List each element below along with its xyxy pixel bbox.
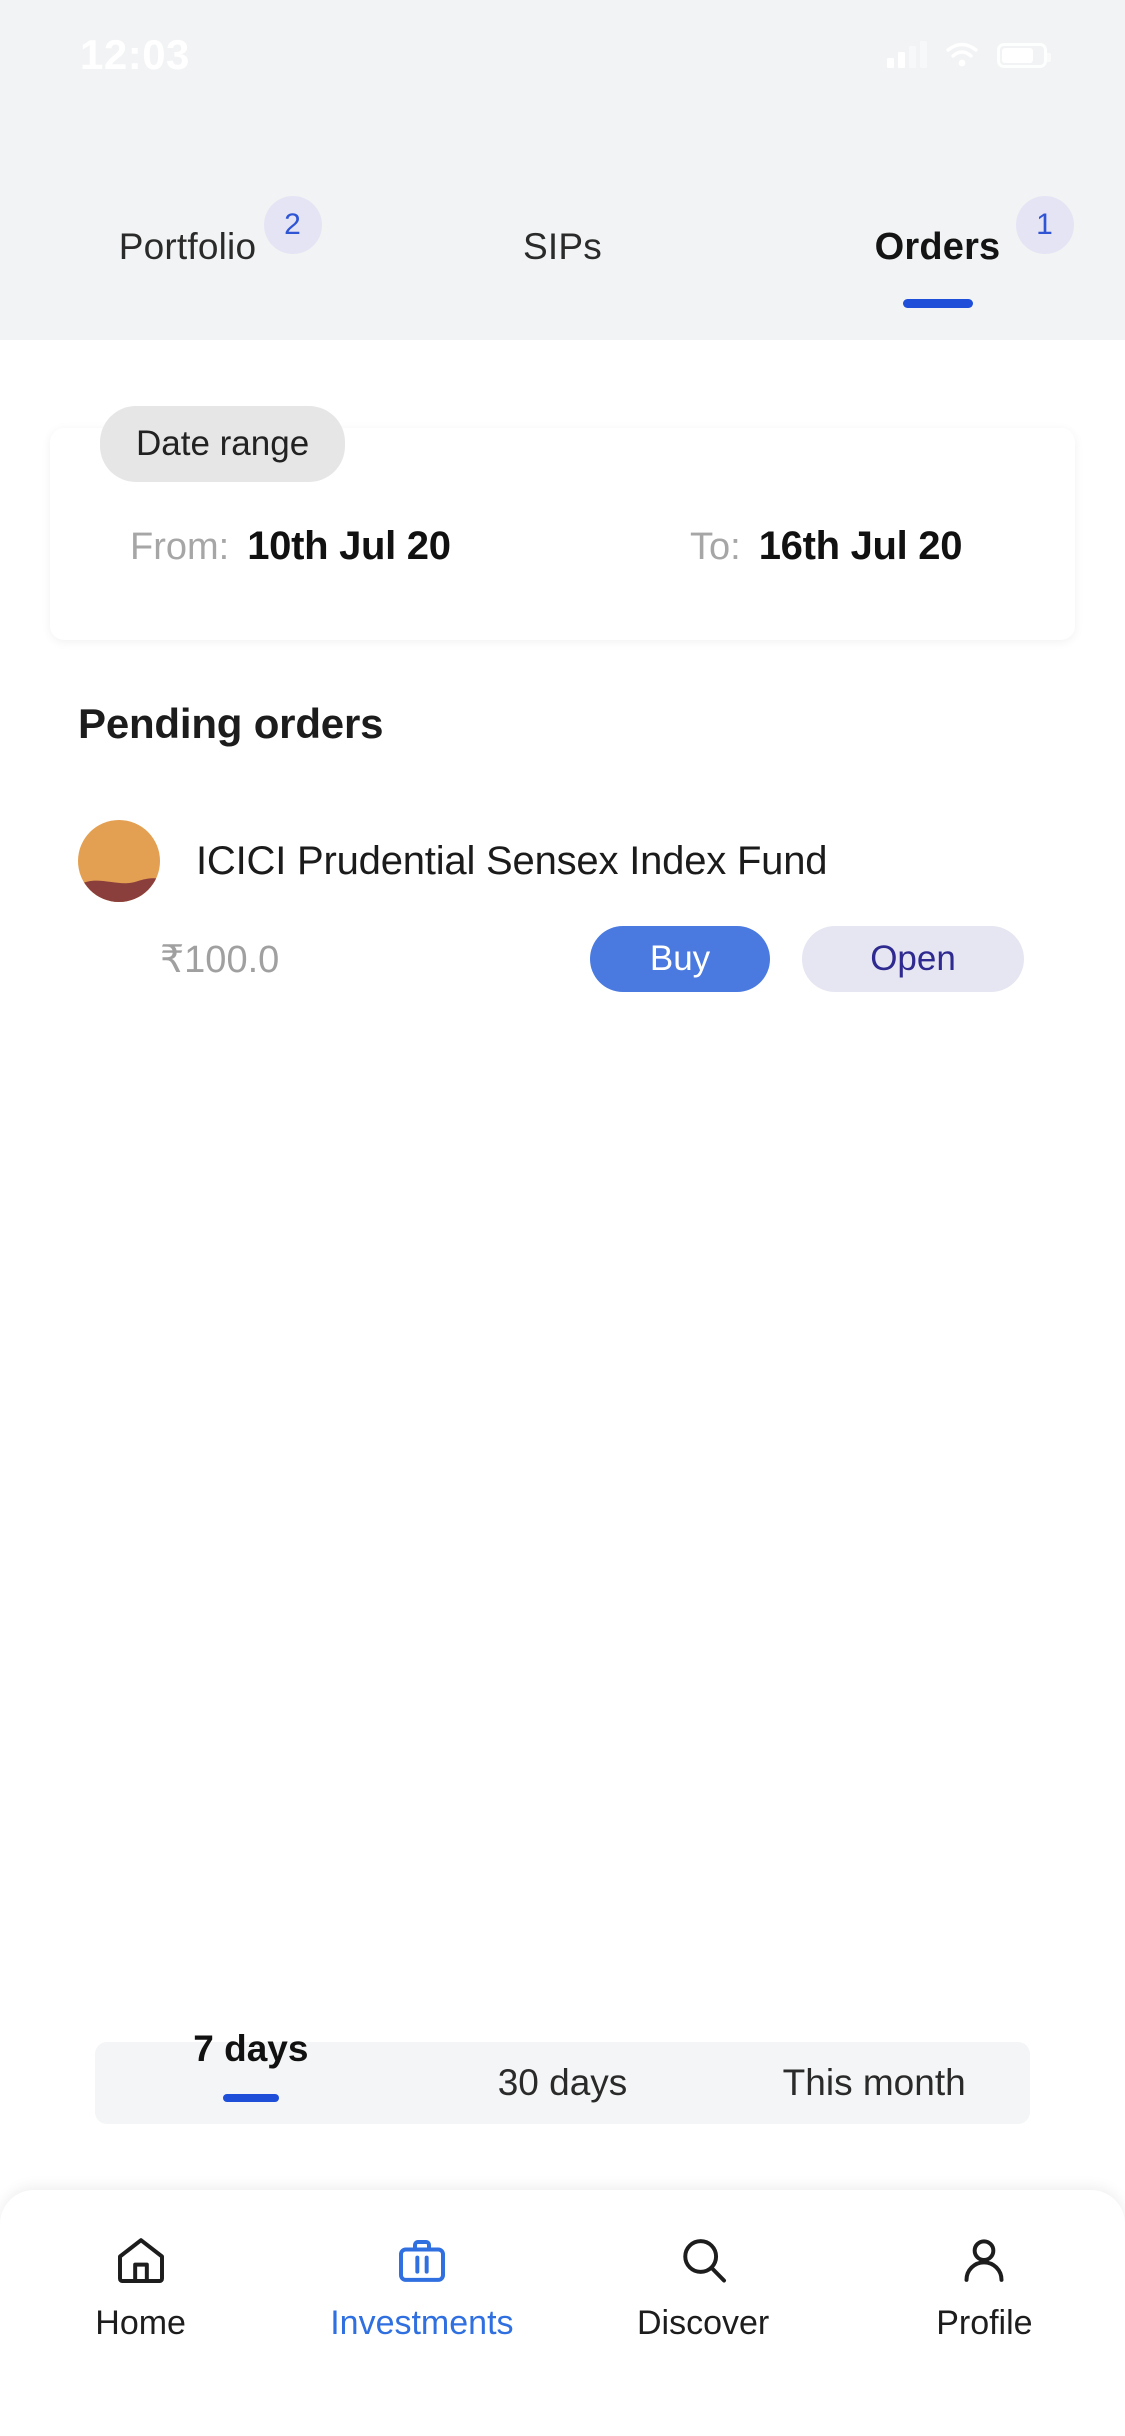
date-to-value: 16th Jul 20 xyxy=(758,524,963,568)
nav-item-investments[interactable]: Investments xyxy=(281,2232,562,2436)
tab-portfolio-badge: 2 xyxy=(263,196,322,254)
battery-icon xyxy=(997,42,1051,68)
bottom-nav: Home Investments Discover Profile xyxy=(0,2190,1125,2436)
status-icons xyxy=(887,41,1051,68)
order-meta: ₹100.0 Buy Open xyxy=(0,926,1125,992)
tab-orders[interactable]: Orders 1 xyxy=(750,196,1125,316)
person-icon xyxy=(956,2232,1012,2288)
nav-item-investments-label: Investments xyxy=(330,2304,514,2342)
tab-active-indicator xyxy=(902,299,973,308)
nav-item-profile-label: Profile xyxy=(936,2304,1033,2342)
nav-item-discover-label: Discover xyxy=(637,2304,770,2342)
range-option-7days-label: 7 days xyxy=(193,2028,309,2069)
date-range-pill[interactable]: Date range xyxy=(100,406,346,482)
open-button[interactable]: Open xyxy=(802,926,1024,992)
order-list-item[interactable]: ICICI Prudential Sensex Index Fund ₹100.… xyxy=(0,820,1125,992)
date-from-field[interactable]: From: 10th Jul 20 xyxy=(130,524,690,569)
range-filter: 7 days 30 days This month xyxy=(95,2028,1030,2124)
buy-button[interactable]: Buy xyxy=(590,926,770,992)
signal-icon xyxy=(887,41,927,68)
range-option-30days-label: 30 days xyxy=(497,2062,628,2103)
tab-portfolio[interactable]: Portfolio 2 xyxy=(0,196,375,316)
status-bar: 12:03 xyxy=(0,0,1125,110)
icici-fund-icon xyxy=(78,820,160,902)
order-amount: ₹100.0 xyxy=(160,938,280,981)
briefcase-icon xyxy=(394,2232,450,2288)
range-active-indicator xyxy=(222,2094,279,2102)
tab-portfolio-label: Portfolio xyxy=(118,226,257,267)
order-header: ICICI Prudential Sensex Index Fund xyxy=(0,820,1125,902)
search-icon xyxy=(675,2232,731,2288)
date-range-fields: From: 10th Jul 20 To: 16th Jul 20 xyxy=(50,524,1075,569)
date-to-field[interactable]: To: 16th Jul 20 xyxy=(690,524,962,569)
app-screen: 12:03 Portfolio 2 SIPs Orders 1 Date ran… xyxy=(0,0,1125,2436)
fund-name: ICICI Prudential Sensex Index Fund xyxy=(196,838,828,883)
home-icon xyxy=(113,2232,169,2288)
date-from-label: From: xyxy=(130,526,230,568)
pending-orders-title: Pending orders xyxy=(78,700,384,747)
wifi-icon xyxy=(945,42,979,68)
tab-sips[interactable]: SIPs xyxy=(375,196,750,316)
status-time: 12:03 xyxy=(80,31,190,78)
nav-item-home-label: Home xyxy=(95,2304,186,2342)
nav-item-profile[interactable]: Profile xyxy=(844,2232,1125,2436)
range-option-this-month-label: This month xyxy=(782,2062,966,2103)
range-option-this-month[interactable]: This month xyxy=(718,2042,1030,2124)
tab-sips-label: SIPs xyxy=(523,226,602,267)
tab-orders-badge: 1 xyxy=(1015,196,1074,254)
nav-item-discover[interactable]: Discover xyxy=(563,2232,844,2436)
nav-item-home[interactable]: Home xyxy=(0,2232,281,2436)
tab-orders-label: Orders xyxy=(874,226,1001,268)
tab-bar: Portfolio 2 SIPs Orders 1 xyxy=(0,196,1125,316)
range-option-30days[interactable]: 30 days xyxy=(407,2042,719,2124)
date-to-label: To: xyxy=(690,526,741,568)
date-from-value: 10th Jul 20 xyxy=(247,524,451,568)
date-range-card: Date range From: 10th Jul 20 To: 16th Ju… xyxy=(50,406,1075,640)
range-option-7days[interactable]: 7 days xyxy=(95,2028,407,2124)
